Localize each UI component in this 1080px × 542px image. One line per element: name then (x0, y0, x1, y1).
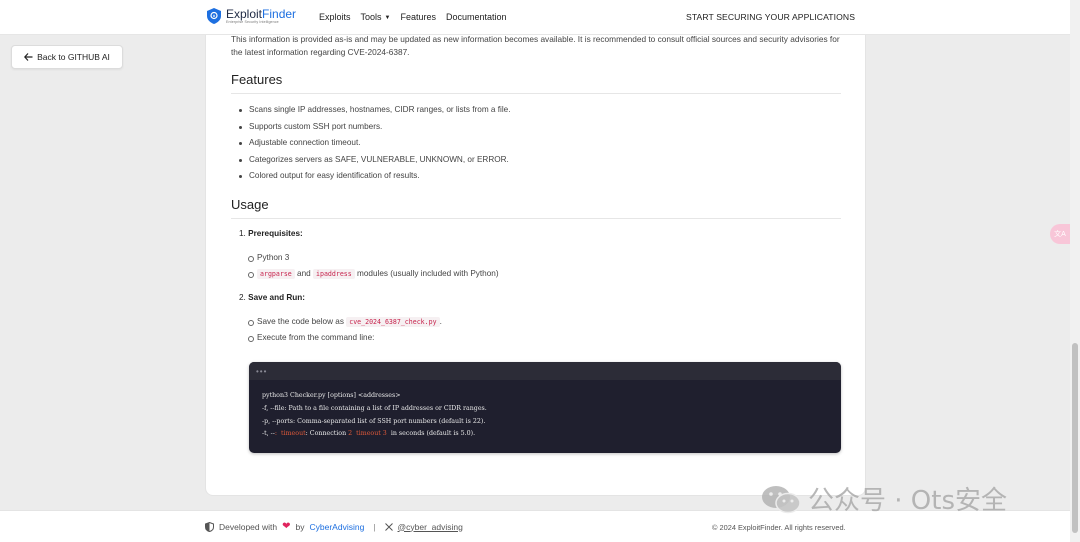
back-button[interactable]: Back to GITHUB AI (11, 45, 123, 69)
code-line: -f, --file: Path to a file containing a … (262, 404, 487, 412)
list-item: Categorizes servers as SAFE, VULNERABLE,… (239, 152, 511, 169)
arrow-left-icon (24, 53, 33, 61)
chevron-down-icon: ▼ (384, 15, 391, 21)
inline-code: ipaddress (313, 269, 355, 279)
logo-title: ExploitFinder (226, 7, 297, 21)
logo-subtitle: Enterprise Security Intelligence (226, 20, 279, 24)
window-dots-icon: ••• (256, 367, 268, 376)
content-card: This information is provided as-is and m… (205, 0, 866, 496)
cta-link[interactable]: START SECURING YOUR APPLICATIONS (686, 12, 855, 22)
wechat-icon (762, 485, 801, 513)
nav-tools[interactable]: Tools ▼ (361, 12, 391, 22)
prereq-modules: argparse and ipaddress modules (usually … (248, 269, 499, 279)
wechat-watermark: 公众号 · Ots安全 (760, 480, 1007, 517)
main-nav: Exploits Tools ▼ Features Documentation (319, 12, 507, 22)
usage-heading: Usage (231, 197, 841, 219)
intro-paragraph: This information is provided as-is and m… (231, 34, 840, 57)
execute-instruction: Execute from the command line: (247, 333, 375, 342)
code-line: -p, --ports: Comma-separated list of SSH… (262, 417, 486, 425)
step-save-run: 2. Save and Run: (239, 293, 305, 302)
list-item: Adjustable connection timeout. (239, 135, 511, 152)
features-heading: Features (231, 72, 841, 94)
terminal-header: ••• (249, 362, 841, 380)
code-line: -t, --: timeout: Connection 2 timeout 3 … (262, 430, 476, 438)
x-twitter-icon (384, 522, 393, 531)
step-prerequisites: 1. Prerequisites: (239, 229, 303, 238)
list-item: Scans single IP addresses, hostnames, CI… (239, 102, 511, 119)
back-button-label: Back to GITHUB AI (37, 52, 110, 62)
footer-credits: Developed with ❤ by CyberAdvising | @cyb… (205, 521, 463, 532)
twitter-handle-link[interactable]: @cyber_advising (398, 522, 463, 532)
inline-code: cve_2024_6387_check.py (346, 317, 440, 327)
developed-text: Developed with (219, 521, 278, 532)
translate-float-button[interactable]: 文A (1050, 224, 1070, 244)
features-list: Scans single IP addresses, hostnames, CI… (239, 102, 511, 185)
shield-half-icon (205, 521, 214, 532)
by-text: by (295, 521, 305, 532)
watermark-text: 公众号 · Ots安全 (808, 486, 1007, 516)
copyright: © 2024 ExploitFinder. All rights reserve… (712, 523, 846, 532)
shield-logo-icon (207, 8, 221, 25)
prereq-python: Python 3 (247, 253, 290, 262)
page-scrollbar[interactable] (1070, 0, 1080, 542)
footer-separator: | (373, 521, 376, 532)
terminal-code-block: ••• python3 Checker.py [options] <addres… (249, 362, 841, 453)
nav-exploits[interactable]: Exploits (319, 12, 351, 22)
save-instruction: Save the code below as cve_2024_6387_che… (248, 317, 442, 327)
list-item: Colored output for easy identification o… (239, 168, 511, 185)
inline-code: argparse (257, 269, 295, 279)
nav-documentation[interactable]: Documentation (446, 12, 507, 22)
nav-features[interactable]: Features (400, 12, 436, 22)
cyberadvising-link[interactable]: CyberAdvising (310, 522, 365, 532)
heart-icon: ❤ (282, 521, 291, 532)
code-line: python3 Checker.py [options] <addresses> (262, 392, 401, 399)
list-item: Supports custom SSH port numbers. (239, 119, 511, 136)
terminal-body[interactable]: python3 Checker.py [options] <addresses>… (249, 380, 841, 441)
site-logo[interactable]: ExploitFinder Enterprise Security Intell… (207, 8, 296, 25)
top-navbar: ExploitFinder Enterprise Security Intell… (0, 0, 1070, 35)
scrollbar-thumb[interactable] (1072, 343, 1078, 533)
